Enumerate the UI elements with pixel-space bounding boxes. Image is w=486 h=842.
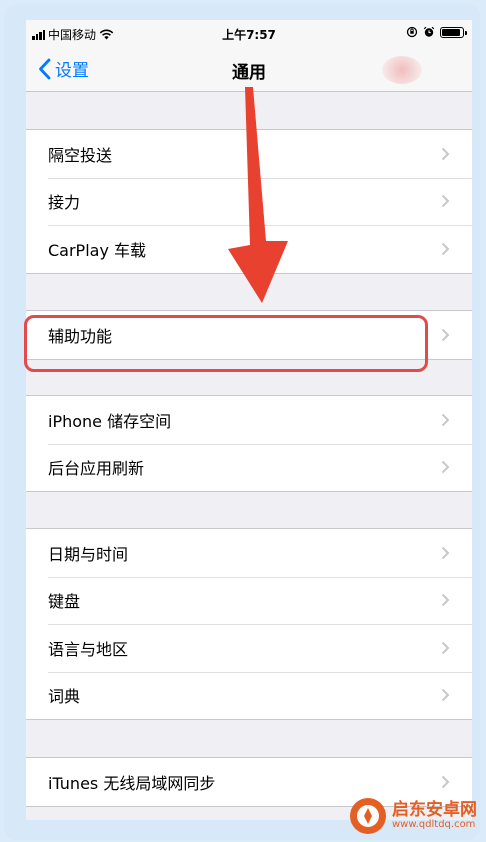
- chevron-right-icon: [441, 147, 450, 160]
- status-right: [406, 26, 467, 38]
- settings-group-locale: 日期与时间 键盘 语言与地区 词典: [26, 528, 472, 720]
- arrow-down-icon: [228, 87, 288, 303]
- highlight-box: [24, 315, 428, 372]
- row-label: iPhone 储存空间: [48, 411, 172, 431]
- chevron-right-icon: [441, 546, 450, 559]
- chevron-right-icon: [441, 195, 450, 208]
- orientation-lock-icon: [406, 26, 418, 38]
- watermark-name: 启东安卓网: [392, 799, 477, 820]
- alarm-icon: [423, 26, 435, 37]
- row-label: iTunes 无线局域网同步: [48, 773, 216, 793]
- status-bar: 中国移动 上午7:57: [26, 20, 472, 48]
- chevron-right-icon: [441, 328, 450, 341]
- row-label: 键盘: [48, 592, 81, 612]
- row-label: 日期与时间: [48, 544, 129, 564]
- watermark-logo-icon: [350, 798, 386, 834]
- row-label: CarPlay 车载: [48, 240, 147, 260]
- chevron-right-icon: [441, 689, 450, 702]
- chevron-right-icon: [441, 775, 450, 788]
- chevron-right-icon: [441, 242, 450, 255]
- watermark-text: 启东安卓网 www.qdltdq.com: [392, 799, 477, 830]
- settings-row-background-refresh[interactable]: 后台应用刷新: [26, 443, 472, 492]
- battery-icon: [440, 26, 467, 38]
- watermark-url: www.qdltdq.com: [392, 818, 476, 830]
- row-label: 词典: [48, 687, 81, 707]
- settings-row-date-time[interactable]: 日期与时间: [26, 529, 472, 577]
- chevron-right-icon: [441, 413, 450, 426]
- settings-row-language-region[interactable]: 语言与地区: [26, 624, 472, 672]
- settings-row-keyboard[interactable]: 键盘: [26, 576, 472, 625]
- settings-row-dictionary[interactable]: 词典: [26, 671, 472, 720]
- chevron-right-icon: [441, 641, 450, 654]
- chevron-right-icon: [441, 461, 450, 474]
- row-label: 隔空投送: [48, 145, 113, 165]
- row-label: 语言与地区: [48, 639, 129, 659]
- watermark: 启东安卓网 www.qdltdq.com: [348, 796, 477, 836]
- chevron-right-icon: [441, 594, 450, 607]
- settings-group-storage: iPhone 储存空间 后台应用刷新: [26, 395, 472, 492]
- blur-spot: [382, 56, 422, 84]
- row-label: 后台应用刷新: [48, 459, 145, 479]
- settings-row-iphone-storage[interactable]: iPhone 储存空间: [26, 396, 472, 444]
- row-label: 接力: [48, 193, 81, 213]
